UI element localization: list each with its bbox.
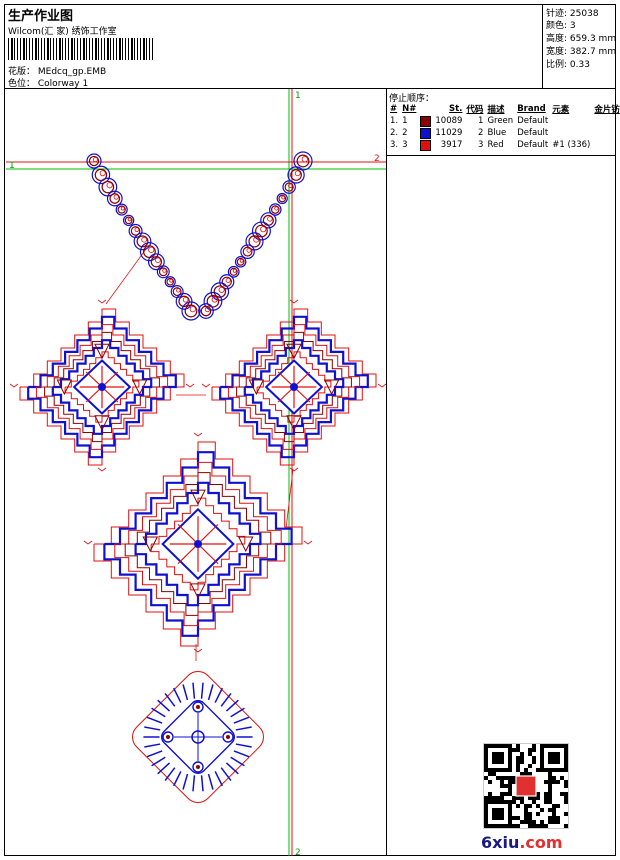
stat-width: 宽度: 382.7 mm [546, 47, 617, 57]
travel-line [105, 248, 147, 305]
diamond-motif-right [201, 299, 386, 472]
col-code: 代码 [466, 105, 484, 115]
col-stitches: St. [449, 104, 463, 114]
guide-label-bottom: 2 [295, 848, 301, 856]
barcode [8, 38, 154, 60]
guide-label-top: 1 [295, 91, 301, 101]
table-row[interactable]: 2. 2 11029 2 Blue Default [388, 127, 620, 139]
diamond-motif-left [9, 299, 195, 472]
col-elem: 元素 [552, 105, 570, 115]
qr-code [483, 743, 569, 829]
diamond-motif-center [83, 432, 313, 653]
table-row[interactable]: 1. 1 10089 1 Green Default [388, 115, 620, 127]
stat-colors: 颜色: 3 [546, 21, 576, 31]
site-watermark: 6xiu.com [481, 833, 563, 852]
embroidery-design-canvas[interactable]: 1 2 1 2 [6, 89, 386, 856]
stop-sequence-header: 停止顺序： # N# St. 代码 描述 Brand 元素 金片钫 1. 1 1… [387, 89, 620, 156]
color-swatch [420, 127, 432, 139]
colorway-row: 色位： Colorway 1 [8, 76, 88, 89]
guide-label-left: 1 [9, 161, 15, 171]
stats-box: 针迹: 25038 颜色: 3 高度: 659.3 mm 宽度: 382.7 m… [543, 5, 616, 89]
stat-height: 高度: 659.3 mm [546, 34, 617, 44]
color-swatch [420, 139, 432, 151]
col-seq: 金片钫 [594, 105, 620, 115]
production-sheet: 生产作业图 Wilcom(汇 家) 绣饰工作室 花版： MEdcq_gp.EMB… [4, 4, 620, 856]
header-info: 生产作业图 Wilcom(汇 家) 绣饰工作室 花版： MEdcq_gp.EMB… [5, 5, 543, 89]
table-row[interactable]: 3. 3 3917 3 Red Default #1 (336) [388, 139, 620, 151]
guide-label-right: 2 [374, 154, 380, 164]
col-index: # [390, 104, 398, 114]
colorway-name: Colorway 1 [37, 79, 89, 89]
studio-name: Wilcom(汇 家) 绣饰工作室 [8, 27, 117, 37]
sheet-title: 生产作业图 [8, 9, 74, 24]
col-n: N# [402, 104, 417, 114]
color-swatch [420, 115, 432, 127]
col-brand: Brand [517, 104, 546, 114]
stat-scale: 比例: 0.33 [546, 60, 590, 70]
pendant-motif [132, 671, 264, 803]
table-header-row: # N# St. 代码 描述 Brand 元素 金片钫 [388, 103, 620, 115]
stop-sequence-table: # N# St. 代码 描述 Brand 元素 金片钫 1. 1 10089 1 [388, 103, 620, 151]
colorway-label: 色位： [8, 79, 36, 89]
design-preview: 1 2 1 2 [6, 89, 386, 856]
col-desc: 描述 [487, 105, 505, 115]
stop-sequence-panel: 停止顺序： # N# St. 代码 描述 Brand 元素 金片钫 1. 1 1… [386, 89, 620, 856]
col-swatch [418, 103, 433, 115]
necklace-chain [86, 151, 313, 321]
